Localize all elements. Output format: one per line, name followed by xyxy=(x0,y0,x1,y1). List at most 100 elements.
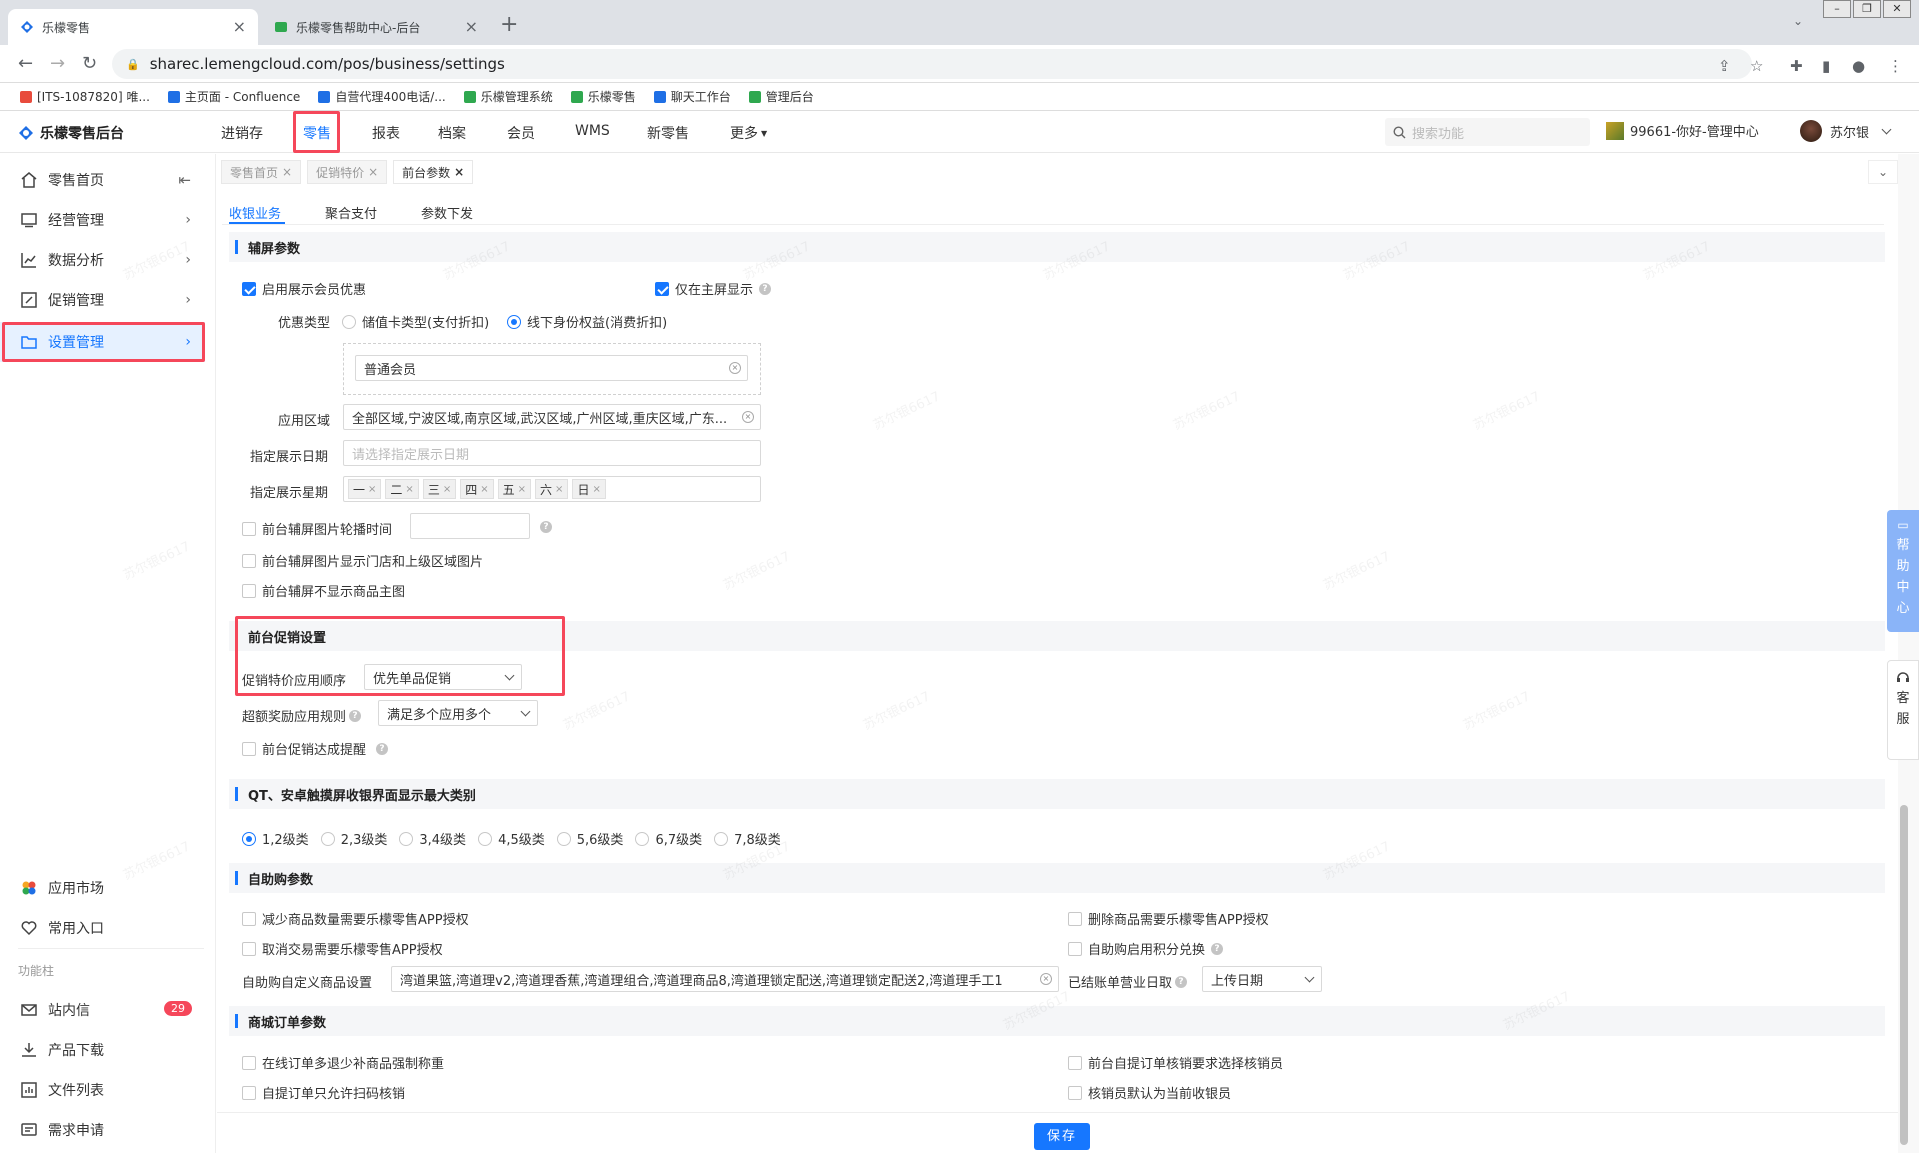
help-icon[interactable]: ? xyxy=(376,742,389,755)
settled-date-select[interactable]: 上传日期 xyxy=(1202,966,1322,992)
checkbox-carousel-time[interactable]: 前台辅屏图片轮播时间 xyxy=(242,519,392,538)
nav-member[interactable]: 会员 xyxy=(507,123,535,143)
radio-unchecked[interactable] xyxy=(399,831,414,846)
url-field[interactable]: 🔒 sharec.lemengcloud.com/pos/business/se… xyxy=(112,49,1752,79)
bookmark-star-icon[interactable]: ☆ xyxy=(1750,57,1763,75)
help-icon[interactable]: ? xyxy=(759,282,772,295)
radio-unchecked[interactable] xyxy=(635,831,650,846)
bookmark-item[interactable]: 自营代理400电话/... xyxy=(318,88,446,105)
back-icon[interactable]: ← xyxy=(18,55,33,73)
sidebar-item-download[interactable]: 产品下载 xyxy=(0,1030,205,1070)
nav-reports[interactable]: 报表 xyxy=(372,123,400,143)
brand[interactable]: 乐檬零售后台 xyxy=(18,123,124,143)
close-icon[interactable]: × xyxy=(465,19,478,35)
checkbox-unchecked[interactable] xyxy=(242,1055,256,1070)
radio-qt-option[interactable]: 4,5级类 xyxy=(478,829,545,848)
browser-tab-active[interactable]: 乐檬零售 × xyxy=(8,9,258,45)
nav-archive[interactable]: 档案 xyxy=(438,123,466,143)
help-icon[interactable]: ? xyxy=(1211,942,1224,955)
bonus-rule-select[interactable]: 满足多个应用多个 xyxy=(378,700,538,726)
help-icon[interactable]: ? xyxy=(1175,975,1188,988)
sidebar-item-file-list[interactable]: 文件列表 xyxy=(0,1070,205,1110)
radio-unchecked[interactable] xyxy=(714,831,729,846)
page-tab-promo-price[interactable]: 促销特价 × xyxy=(307,160,388,184)
checkbox-unchecked[interactable] xyxy=(1068,1055,1082,1070)
customer-service-button[interactable]: 客 服 xyxy=(1887,660,1919,760)
region-select[interactable]: 全部区域,宁波区域,南京区域,武汉区域,广州区域,重庆区域,广东... × xyxy=(343,404,761,430)
close-icon[interactable]: × xyxy=(368,165,378,179)
checkbox-unchecked[interactable] xyxy=(242,553,256,568)
remove-chip-icon[interactable]: × xyxy=(518,484,526,495)
close-icon[interactable]: × xyxy=(454,165,464,179)
checkbox-show-member-discount[interactable]: 启用展示会员优惠 xyxy=(242,279,366,298)
sidebar-item-operations[interactable]: 经营管理 › xyxy=(0,200,205,240)
checkbox-show-store-images[interactable]: 前台辅屏图片显示门店和上级区域图片 xyxy=(242,551,483,570)
page-tabs-menu-icon[interactable]: ⌄ xyxy=(1868,160,1898,184)
tab-aggregate-payment[interactable]: 聚合支付 xyxy=(325,203,377,222)
remove-chip-icon[interactable]: × xyxy=(368,484,376,495)
radio-unchecked[interactable] xyxy=(478,831,493,846)
remove-chip-icon[interactable]: × xyxy=(592,484,600,495)
checkbox-unchecked[interactable] xyxy=(242,911,256,926)
bookmark-item[interactable]: [ITS-1087820] 唯... xyxy=(20,88,150,105)
radio-qt-option[interactable]: 3,4级类 xyxy=(399,829,466,848)
bookmark-item[interactable]: 乐檬管理系统 xyxy=(463,88,553,105)
share-icon[interactable]: ⇪ xyxy=(1718,57,1731,75)
bookmark-item[interactable]: 主页面 - Confluence xyxy=(167,88,300,105)
remove-chip-icon[interactable]: × xyxy=(443,484,451,495)
sidebar-item-retail-home[interactable]: 零售首页 ⇤ xyxy=(0,160,205,200)
close-icon[interactable]: × xyxy=(282,165,292,179)
page-tab-retail-home[interactable]: 零售首页 × xyxy=(221,160,302,184)
sidebar-item-favorites[interactable]: 常用入口 xyxy=(0,908,205,948)
help-icon[interactable]: ? xyxy=(349,709,362,722)
profile-icon[interactable]: ● xyxy=(1852,57,1865,75)
checkbox-unchecked[interactable] xyxy=(1068,911,1082,926)
bookmark-item[interactable]: 聊天工作台 xyxy=(653,88,731,105)
sidebar-item-data-analysis[interactable]: 数据分析 › xyxy=(0,240,205,280)
radio-offline-identity[interactable]: 线下身份权益(消费折扣) xyxy=(507,312,667,331)
checkbox-unchecked[interactable] xyxy=(242,583,256,598)
nav-more[interactable]: 更多 ▼ xyxy=(730,123,767,143)
carousel-time-input[interactable] xyxy=(410,513,530,539)
function-search-input[interactable]: 搜索功能 xyxy=(1385,118,1590,146)
chrome-menu-icon[interactable]: ⋮ xyxy=(1888,57,1903,75)
clear-icon[interactable]: × xyxy=(1040,973,1052,985)
remove-chip-icon[interactable]: × xyxy=(480,484,488,495)
bookmark-item[interactable]: 乐檬零售 xyxy=(570,88,636,105)
checkbox-default-cashier[interactable]: 核销员默认为当前收银员 xyxy=(1068,1083,1231,1102)
checkbox-checked[interactable] xyxy=(242,281,256,296)
checkbox-promo-reminder[interactable]: 前台促销达成提醒? xyxy=(242,739,389,758)
radio-qt-option[interactable]: 2,3级类 xyxy=(320,829,387,848)
radio-checked[interactable] xyxy=(507,314,521,329)
sidebar-item-promotion[interactable]: 促销管理 › xyxy=(0,280,205,320)
radio-qt-option[interactable]: 1,2级类 xyxy=(242,829,309,848)
checkbox-checked[interactable] xyxy=(655,281,669,296)
new-tab-button[interactable]: + xyxy=(500,14,518,36)
extensions-icon[interactable]: ✚ xyxy=(1790,57,1803,75)
clear-icon[interactable]: × xyxy=(742,411,754,423)
checkbox-hide-main-image[interactable]: 前台辅屏不显示商品主图 xyxy=(242,581,405,600)
checkbox-unchecked[interactable] xyxy=(242,741,256,756)
remove-chip-icon[interactable]: × xyxy=(405,484,413,495)
radio-unchecked[interactable] xyxy=(556,831,571,846)
radio-qt-option[interactable]: 6,7级类 xyxy=(635,829,702,848)
restore-icon[interactable]: ❐ xyxy=(1853,0,1881,18)
page-tab-front-params[interactable]: 前台参数 × xyxy=(393,160,474,184)
clear-icon[interactable]: × xyxy=(729,362,741,374)
tab-search-icon[interactable]: ⌄ xyxy=(1793,14,1803,28)
forward-icon[interactable]: → xyxy=(50,55,65,73)
checkbox-pickup-verifier[interactable]: 前台自提订单核销要求选择核销员 xyxy=(1068,1053,1283,1072)
tab-cashier-business[interactable]: 收银业务 xyxy=(229,203,281,222)
sidebar-item-request[interactable]: 需求申请 xyxy=(0,1110,205,1150)
store-switcher[interactable]: 99661-你好-管理中心 xyxy=(1606,121,1759,140)
remove-chip-icon[interactable]: × xyxy=(555,484,563,495)
radio-unchecked[interactable] xyxy=(342,314,356,329)
reload-icon[interactable]: ↻ xyxy=(82,55,97,73)
checkbox-cancel-trade-auth[interactable]: 取消交易需要乐檬零售APP授权 xyxy=(242,939,443,958)
radio-qt-option[interactable]: 7,8级类 xyxy=(714,829,781,848)
checkbox-unchecked[interactable] xyxy=(1068,1085,1082,1100)
checkbox-reduce-qty-auth[interactable]: 减少商品数量需要乐檬零售APP授权 xyxy=(242,909,469,928)
checkbox-main-screen-only[interactable]: 仅在主屏显示? xyxy=(655,279,772,298)
checkbox-unchecked[interactable] xyxy=(242,521,256,536)
date-picker-input[interactable]: 请选择指定展示日期 xyxy=(343,440,761,466)
